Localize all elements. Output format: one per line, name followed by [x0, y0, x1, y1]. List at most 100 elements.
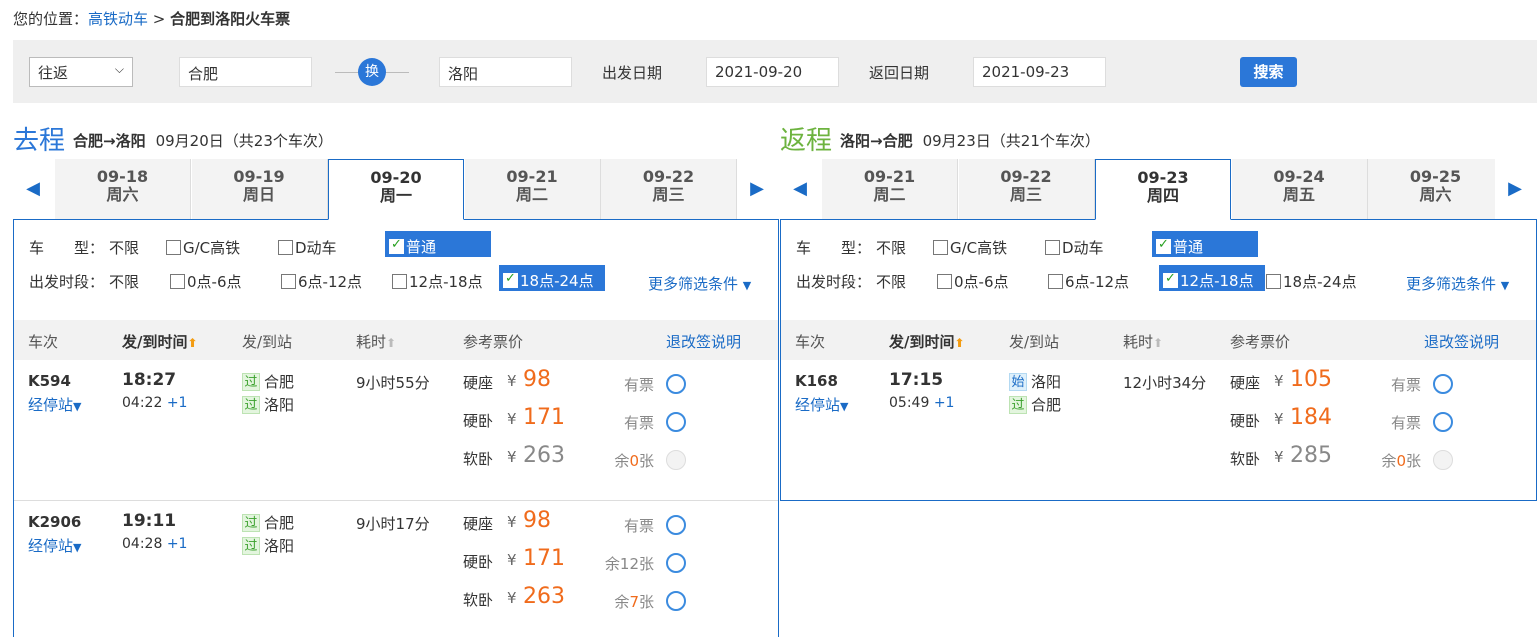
checkbox[interactable] — [933, 240, 948, 255]
refund-info-link[interactable]: 退改签说明 — [666, 331, 741, 352]
filter-time-all[interactable]: 不限 — [876, 271, 906, 292]
from-station: 始洛阳 — [1009, 371, 1061, 392]
filter-type-option[interactable]: 普通 — [1152, 231, 1258, 257]
outbound-panel: 车 型：不限 G/C高铁 D动车 普通出发时段：不限 0点-6点 6点-12点 12点-18… — [13, 220, 779, 637]
more-filters-link[interactable]: 更多筛选条件 ▼ — [1406, 273, 1509, 294]
seat-select-radio[interactable] — [666, 412, 686, 432]
filter-time-option[interactable]: 12点-18点 — [1159, 265, 1265, 291]
next-day-badge: +1 — [166, 395, 188, 411]
checkbox[interactable] — [1156, 237, 1171, 254]
checkbox[interactable] — [1163, 271, 1178, 288]
avail-suffix: 张 — [1405, 452, 1421, 470]
filter-type-option[interactable]: D动车 — [278, 237, 337, 258]
seat-select-radio[interactable] — [666, 374, 686, 394]
checkbox[interactable] — [1045, 240, 1060, 255]
seat-type: 软卧 — [1230, 450, 1261, 468]
filter-time-option[interactable]: 0点-6点 — [170, 271, 242, 292]
to-city-input[interactable]: 洛阳 — [439, 57, 572, 87]
seat-select-radio[interactable] — [666, 591, 686, 611]
checkbox[interactable] — [281, 274, 296, 289]
tab-weekday: 周四 — [1146, 186, 1179, 205]
yen-symbol: ¥ — [507, 513, 517, 531]
return-date-tab[interactable]: 09-24 周五 — [1231, 159, 1368, 219]
arrow-left-icon[interactable]: ◀ — [13, 159, 53, 219]
col-time[interactable]: 发/到时间⬆ — [122, 331, 198, 352]
arrive-time-value: 04:22 — [122, 395, 163, 411]
return-date-tab[interactable]: 09-23 周四 — [1095, 159, 1231, 220]
checkbox[interactable] — [170, 274, 185, 289]
stops-link[interactable]: 经停站▼ — [28, 394, 81, 415]
more-filters-link[interactable]: 更多筛选条件 ▼ — [648, 273, 751, 294]
seat-price: 171 — [523, 405, 565, 430]
chevron-down-icon: ▼ — [742, 279, 752, 292]
from-city-input[interactable]: 合肥 — [179, 57, 312, 87]
outbound-date-tab[interactable]: 09-19 周日 — [191, 159, 328, 219]
col-station: 发/到站 — [242, 333, 293, 351]
filter-time-option[interactable]: 12点-18点 — [392, 271, 483, 292]
filter-type-option[interactable]: 普通 — [385, 231, 491, 257]
arrow-left-icon[interactable]: ◀ — [780, 159, 820, 219]
outbound-date-tab[interactable]: 09-22 周三 — [601, 159, 737, 219]
swap-icon[interactable]: 换 — [358, 58, 386, 86]
outbound-date-tab[interactable]: 09-21 周二 — [464, 159, 601, 219]
filter-time-all[interactable]: 不限 — [109, 271, 139, 292]
filter-type-all[interactable]: 不限 — [109, 237, 139, 258]
filter-time-text: 0点-6点 — [954, 273, 1009, 291]
seat-select-radio[interactable] — [666, 515, 686, 535]
trip-type-select[interactable]: 往返 ⌵ — [29, 57, 133, 87]
seat-availability: 有票 — [1390, 376, 1421, 394]
breadcrumb-link[interactable]: 高铁动车 — [88, 10, 148, 28]
filter-type-option[interactable]: G/C高铁 — [933, 237, 1007, 258]
seat-type: 硬座 — [463, 374, 494, 392]
train-number[interactable]: K2906 — [28, 513, 81, 531]
filter-type-all[interactable]: 不限 — [876, 237, 906, 258]
filter-type-option[interactable]: D动车 — [1045, 237, 1104, 258]
return-date-tab[interactable]: 09-25 周六 — [1368, 159, 1504, 219]
outbound-date-tab[interactable]: 09-18 周六 — [55, 159, 191, 219]
arrow-right-icon[interactable]: ▶ — [1495, 159, 1535, 219]
return-date-input[interactable]: 2021-09-23 — [973, 57, 1106, 87]
seat-type: 硬卧 — [463, 412, 494, 430]
refund-info-link[interactable]: 退改签说明 — [1424, 331, 1499, 352]
return-date-tab[interactable]: 09-21 周二 — [822, 159, 958, 219]
checkbox[interactable] — [1048, 274, 1063, 289]
train-number[interactable]: K168 — [795, 372, 838, 390]
checkbox[interactable] — [389, 237, 404, 254]
filter-time-option[interactable]: 6点-12点 — [281, 271, 362, 292]
checkbox[interactable] — [1266, 274, 1281, 289]
seat-availability: 有票 — [623, 376, 654, 394]
col-duration[interactable]: 耗时⬆ — [1123, 331, 1163, 352]
seat-select-radio[interactable] — [1433, 374, 1453, 394]
checkbox[interactable] — [166, 240, 181, 255]
seat-price: 184 — [1290, 405, 1332, 430]
stops-link[interactable]: 经停站▼ — [795, 394, 848, 415]
depart-date-input[interactable]: 2021-09-20 — [706, 57, 839, 87]
checkbox[interactable] — [392, 274, 407, 289]
outbound-date-tab[interactable]: 09-20 周一 — [328, 159, 464, 220]
duration: 9小时55分 — [356, 374, 430, 392]
filter-time-option[interactable]: 18点-24点 — [499, 265, 605, 291]
filter-type-text: 普通 — [406, 238, 437, 256]
return-date-tab[interactable]: 09-22 周三 — [958, 159, 1095, 219]
filter-time-option[interactable]: 0点-6点 — [937, 271, 1009, 292]
filter-time-option[interactable]: 6点-12点 — [1048, 271, 1129, 292]
filter-type-text: D动车 — [295, 239, 337, 257]
train-number[interactable]: K594 — [28, 372, 71, 390]
filter-time-option[interactable]: 18点-24点 — [1266, 271, 1357, 292]
col-time[interactable]: 发/到时间⬆ — [889, 331, 965, 352]
avail-suffix: 张 — [638, 593, 654, 611]
arrow-right-icon[interactable]: ▶ — [737, 159, 777, 219]
to-station-name: 合肥 — [1031, 396, 1062, 414]
col-duration[interactable]: 耗时⬆ — [356, 331, 396, 352]
checkbox[interactable] — [937, 274, 952, 289]
checkbox[interactable] — [278, 240, 293, 255]
filter-type-option[interactable]: G/C高铁 — [166, 237, 240, 258]
seat-price: 171 — [523, 546, 565, 571]
seat-select-radio[interactable] — [666, 553, 686, 573]
stops-link[interactable]: 经停站▼ — [28, 535, 81, 556]
search-button[interactable]: 搜索 — [1240, 57, 1297, 87]
to-station: 过洛阳 — [242, 535, 294, 556]
seat-select-radio[interactable] — [1433, 412, 1453, 432]
checkbox[interactable] — [503, 271, 518, 288]
swap-button[interactable]: 换 — [335, 57, 409, 87]
